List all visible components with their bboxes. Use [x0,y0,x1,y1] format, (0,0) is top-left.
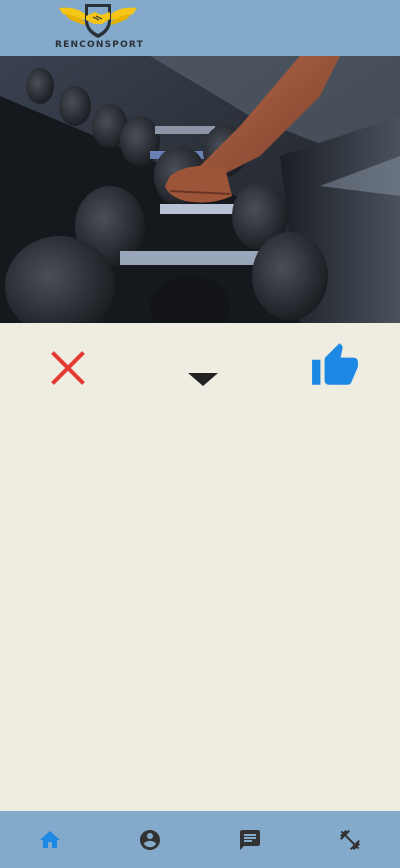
gym-dumbbell-rack-photo-icon [0,56,400,323]
expand-profile-button[interactable] [186,371,220,389]
thumbs-up-icon [312,343,358,385]
caret-down-icon [188,373,218,386]
fitness-icon [340,829,360,850]
top-header: RENCONSPORT [0,0,400,56]
reject-button[interactable] [48,348,88,388]
like-button[interactable] [308,341,362,391]
logo-text: RENCONSPORT [55,40,144,50]
app-root: RENCONSPORT [0,0,400,868]
profile-photo [0,56,400,323]
chat-icon [240,829,260,850]
nav-profile[interactable] [100,811,200,868]
nav-messages[interactable] [200,811,300,868]
bottom-navigation [0,811,400,868]
nav-home[interactable] [0,811,100,868]
nav-sports[interactable] [300,811,400,868]
close-icon [51,351,85,385]
home-icon [40,830,60,848]
swipe-actions [0,323,400,413]
app-logo[interactable]: RENCONSPORT [55,0,144,54]
account-circle-icon [140,829,160,850]
handshake-wings-shield-logo-icon [59,4,137,38]
